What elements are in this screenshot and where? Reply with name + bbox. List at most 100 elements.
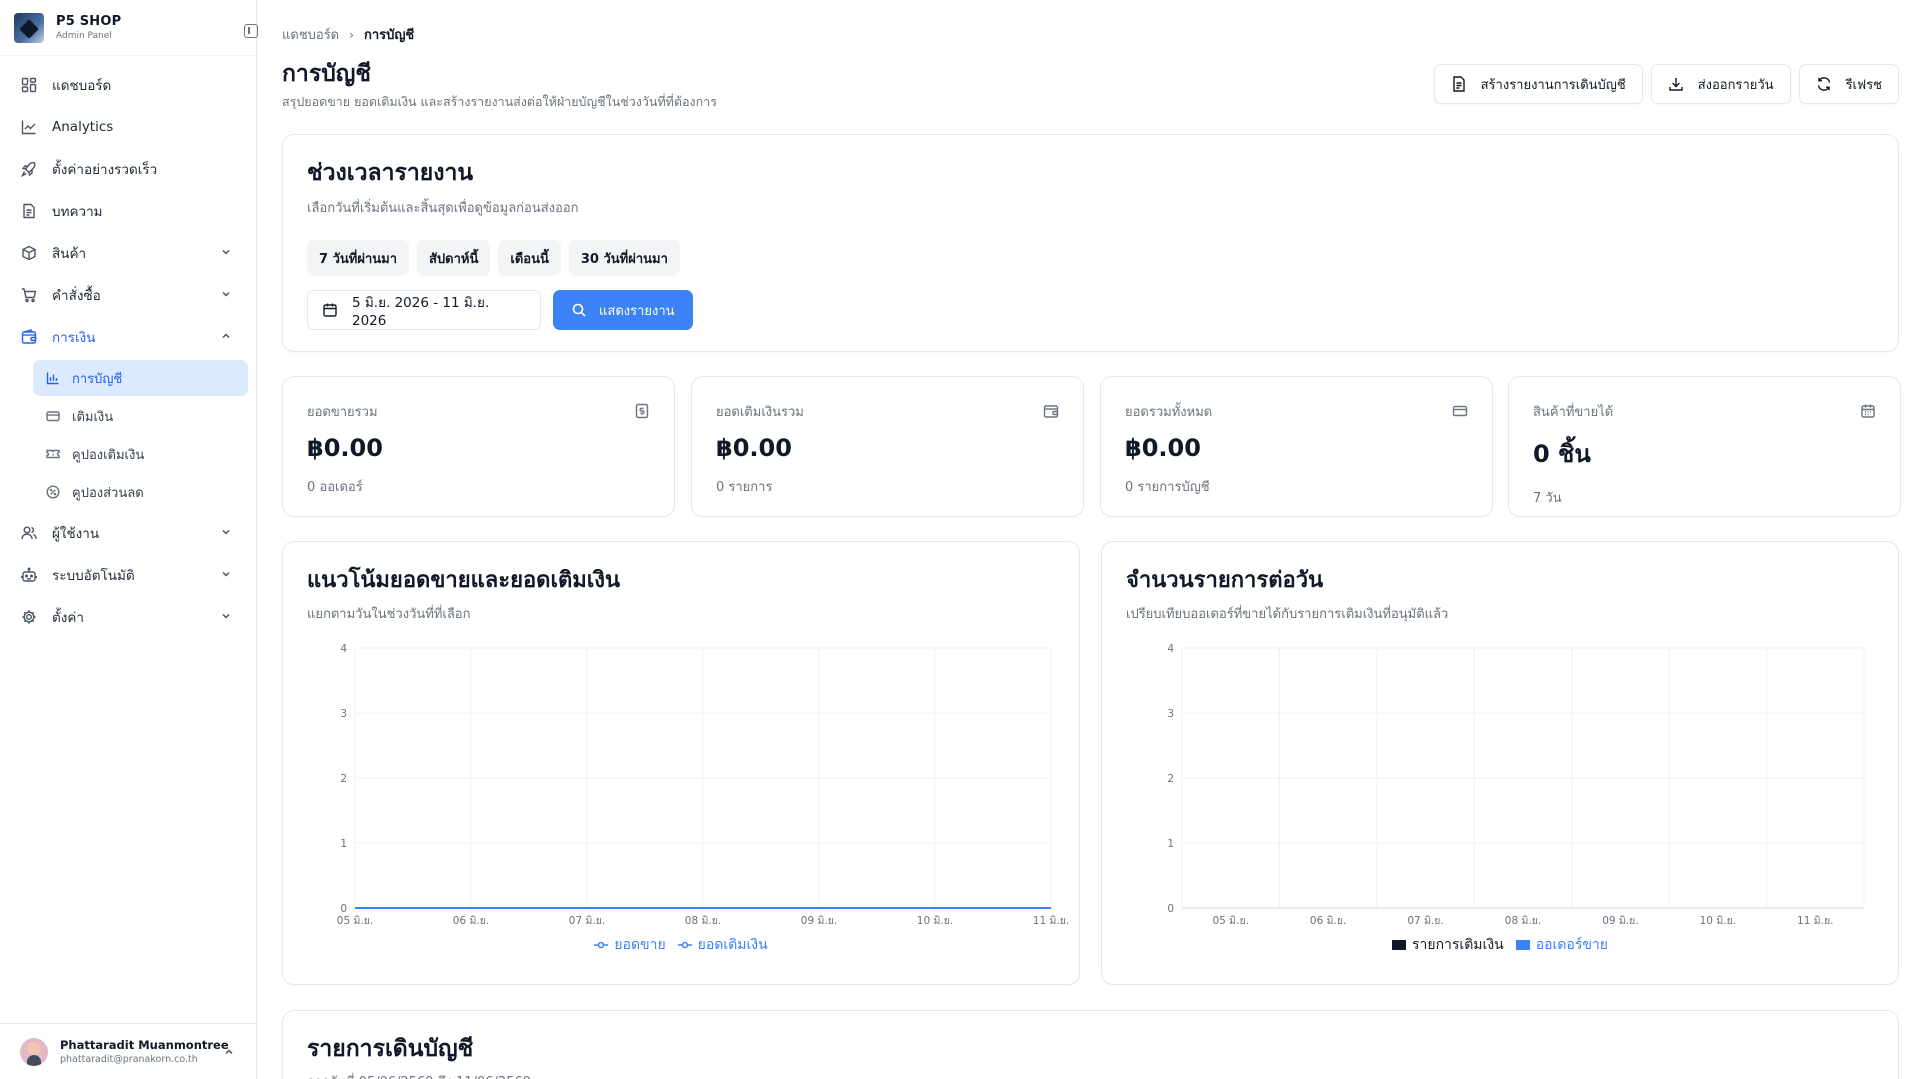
create-ledger-report-button[interactable]: สร้างรายงานการเดินบัญชี xyxy=(1433,64,1643,104)
x-tick-label: 11 มิ.ย. xyxy=(1033,915,1069,927)
chevron-down-icon xyxy=(222,291,230,297)
ledger-title: รายการเดินบัญชี xyxy=(307,1036,474,1062)
sidebar-item-label: ตั้งค่า xyxy=(52,610,84,626)
y-tick-label: 1 xyxy=(1167,838,1174,850)
legend-swatch xyxy=(1391,940,1406,950)
sidebar-item-articles[interactable]: บทความ xyxy=(0,190,256,232)
legend-item[interactable]: รายการเติมเงิน xyxy=(1391,934,1504,956)
robot-icon xyxy=(20,566,38,584)
preset-last-30-days[interactable]: 30 วันที่ผ่านมา xyxy=(568,240,680,276)
breadcrumb: แดชบอร์ด › การบัญชี xyxy=(282,24,414,45)
sidebar-item-orders[interactable]: คำสั่งซื้อ xyxy=(0,274,256,316)
sidebar-item-label: ตั้งค่าอย่างรวดเร็ว xyxy=(52,162,158,178)
x-tick-label: 10 มิ.ย. xyxy=(1700,915,1736,927)
header-actions: สร้างรายงานการเดินบัญชี ส่งออกรายวัน รีเ… xyxy=(1433,64,1899,104)
user-profile[interactable]: Phattaradit Muanmontree phattaradit@pran… xyxy=(0,1023,257,1079)
y-tick-label: 4 xyxy=(340,643,347,655)
trend-chart-title: แนวโน้มยอดขายและยอดเติมเงิน xyxy=(307,568,621,593)
sidebar-item-quick-setup[interactable]: ตั้งค่าอย่างรวดเร็ว xyxy=(0,148,256,190)
trend-chart-subtitle: แยกตามวันในช่วงวันที่ที่เลือก xyxy=(307,607,471,622)
date-range-value: 5 มิ.ย. 2026 - 11 มิ.ย. 2026 xyxy=(352,295,490,329)
sidebar-subitem-topup-coupons[interactable]: คูปองเติมเงิน xyxy=(33,436,248,472)
daily-chart-title: จำนวนรายการต่อวัน xyxy=(1126,568,1324,593)
sidebar-item-dashboard[interactable]: แดชบอร์ด xyxy=(0,64,256,106)
period-presets: 7 วันที่ผ่านมา สัปดาห์นี้ เดือนนี้ 30 วั… xyxy=(307,240,1874,276)
stat-label: ยอดขายรวม xyxy=(307,405,378,420)
sidebar-nav: แดชบอร์ด Analytics ตั้งค่าอย่างรวดเร็ว บ… xyxy=(0,56,256,638)
stat-note: 0 ออเดอร์ xyxy=(307,480,363,495)
legend-item[interactable]: ออเดอร์ขาย xyxy=(1515,934,1608,956)
date-range-picker[interactable]: 5 มิ.ย. 2026 - 11 มิ.ย. 2026 xyxy=(307,290,541,330)
legend-line-marker xyxy=(677,941,692,949)
legend-item[interactable]: ยอดเติมเงิน xyxy=(677,934,768,956)
sidebar-item-label: บทความ xyxy=(52,204,103,220)
brand-header: P5 SHOP Admin Panel xyxy=(0,0,258,56)
sidebar-item-label: ผู้ใช้งาน xyxy=(52,526,100,542)
preset-this-month[interactable]: เดือนนี้ xyxy=(498,240,561,276)
legend-swatch xyxy=(1515,940,1530,950)
x-tick-label: 08 มิ.ย. xyxy=(1505,915,1541,927)
x-tick-label: 06 มิ.ย. xyxy=(1310,915,1346,927)
sidebar-subitem-topup[interactable]: เติมเงิน xyxy=(33,398,248,434)
rocket-icon xyxy=(20,160,38,178)
export-daily-button[interactable]: ส่งออกรายวัน xyxy=(1650,64,1791,104)
sidebar-item-products[interactable]: สินค้า xyxy=(0,232,256,274)
refresh-icon xyxy=(1816,76,1832,92)
x-tick-label: 05 มิ.ย. xyxy=(337,915,373,927)
stat-value: ฿0.00 xyxy=(307,434,383,462)
period-subtitle: เลือกวันที่เริ่มต้นและสิ้นสุดเพื่อดูข้อม… xyxy=(307,201,579,216)
stat-label: ยอดเติมเงินรวม xyxy=(716,405,804,420)
breadcrumb-parent[interactable]: แดชบอร์ด xyxy=(282,24,339,45)
brand-subtitle: Admin Panel xyxy=(56,31,112,41)
download-icon xyxy=(1668,76,1684,92)
sidebar-item-automation[interactable]: ระบบอัตโนมัติ xyxy=(0,554,256,596)
y-tick-label: 2 xyxy=(1167,773,1174,785)
x-tick-label: 06 มิ.ย. xyxy=(453,915,489,927)
sidebar: P5 SHOP Admin Panel แดชบอร์ด Analytics ต… xyxy=(0,0,258,1079)
refresh-button[interactable]: รีเฟรช xyxy=(1798,64,1899,104)
user-email: phattaradit@pranakorn.co.th xyxy=(60,1054,198,1065)
y-tick-label: 0 xyxy=(1167,903,1174,915)
sidebar-subitem-label: คูปองเติมเงิน xyxy=(72,447,145,463)
legend-item[interactable]: ยอดขาย xyxy=(594,934,666,956)
trend-chart-legend: ยอดขาย ยอดเติมเงิน xyxy=(283,934,1079,956)
y-tick-label: 3 xyxy=(1167,708,1174,720)
receipt-icon xyxy=(635,403,649,419)
sidebar-item-settings[interactable]: ตั้งค่า xyxy=(0,596,256,638)
sidebar-item-finance[interactable]: การเงิน xyxy=(0,316,256,358)
users-icon xyxy=(20,524,38,542)
refresh-label: รีเฟรช xyxy=(1845,77,1882,93)
y-tick-label: 4 xyxy=(1167,643,1174,655)
stat-value: 0 ชิ้น xyxy=(1533,440,1591,468)
stat-card-grand-total: ยอดรวมทั้งหมด ฿0.00 0 รายการบัญชี xyxy=(1100,376,1493,517)
gear-icon xyxy=(20,608,38,626)
avatar xyxy=(20,1037,48,1066)
search-icon xyxy=(571,302,587,318)
legend-label: รายการเติมเงิน xyxy=(1411,937,1504,953)
sidebar-subitem-label: การบัญชี xyxy=(72,371,123,387)
sidebar-collapse-icon[interactable] xyxy=(244,24,258,38)
stat-note: 7 วัน xyxy=(1533,491,1562,506)
file-text-icon xyxy=(1451,76,1467,92)
user-name: Phattaradit Muanmontree xyxy=(60,1038,229,1052)
legend-label: ยอดขาย xyxy=(614,937,666,953)
stat-card-total-sales: ยอดขายรวม ฿0.00 0 ออเดอร์ xyxy=(282,376,675,517)
x-tick-label: 09 มิ.ย. xyxy=(1602,915,1638,927)
preset-last-7-days[interactable]: 7 วันที่ผ่านมา xyxy=(307,240,409,276)
sidebar-subitem-accounting[interactable]: การบัญชี xyxy=(33,360,248,396)
sidebar-item-users[interactable]: ผู้ใช้งาน xyxy=(0,512,256,554)
chevron-down-icon xyxy=(222,529,230,535)
stat-note: 0 รายการ xyxy=(716,480,773,495)
wallet-icon xyxy=(1043,405,1059,418)
sidebar-item-analytics[interactable]: Analytics xyxy=(0,106,256,148)
stat-card-total-topup: ยอดเติมเงินรวม ฿0.00 0 รายการ xyxy=(691,376,1084,517)
show-report-button[interactable]: แสดงรายงาน xyxy=(553,290,693,330)
page-subtitle: สรุปยอดขาย ยอดเติมเงิน และสร้างรายงานส่ง… xyxy=(282,94,717,109)
sidebar-subitem-discount-coupons[interactable]: คูปองส่วนลด xyxy=(33,474,248,510)
chevron-down-icon xyxy=(222,249,230,255)
ledger-subtitle: จากวันที่ 05/06/2569 ถึง 11/06/2569 xyxy=(307,1071,1874,1079)
preset-this-week[interactable]: สัปดาห์นี้ xyxy=(417,240,491,276)
calendar-icon xyxy=(1861,404,1875,418)
chevron-down-icon xyxy=(222,571,230,577)
discount-icon xyxy=(45,485,60,500)
